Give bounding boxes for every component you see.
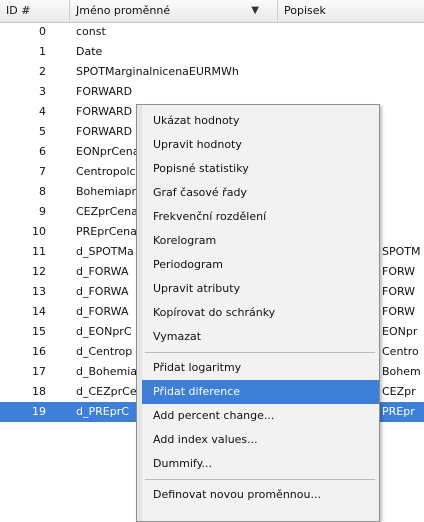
column-header-name[interactable]: Jméno proměnné ▼: [70, 0, 278, 22]
variable-label: [382, 82, 424, 102]
variable-label: [382, 22, 424, 42]
variable-name: FORWARD: [76, 85, 133, 98]
variable-label: SPOTM: [382, 245, 421, 258]
variable-id: 6: [39, 145, 46, 158]
variable-id: 9: [39, 205, 46, 218]
table-row[interactable]: 1 Date: [0, 42, 424, 62]
menu-item[interactable]: Popisné statistiky: [142, 157, 379, 181]
menu-item[interactable]: Přidat logaritmy: [142, 356, 379, 380]
variable-name: const: [76, 25, 106, 38]
menu-item[interactable]: Vymazat: [142, 325, 379, 349]
variable-id: 19: [32, 405, 46, 418]
variable-name: SPOTMarginalnicenaEURMWh: [76, 65, 239, 78]
variable-label: FORW: [382, 265, 416, 278]
menu-item[interactable]: Upravit hodnoty: [142, 133, 379, 157]
column-header-name-label: Jméno proměnné: [76, 4, 171, 17]
column-header-description[interactable]: Popisek: [278, 0, 424, 22]
variable-label: CEZpr: [382, 385, 416, 398]
variable-name: Date: [76, 45, 103, 58]
variable-label: [382, 182, 424, 202]
variable-label: [382, 162, 424, 182]
variable-id: 12: [32, 265, 46, 278]
variable-label: EONpr: [382, 325, 418, 338]
variable-id: 3: [39, 85, 46, 98]
variable-id: 0: [39, 25, 46, 38]
menu-item[interactable]: Definovat novou proměnnou...: [142, 483, 379, 507]
menu-item[interactable]: Periodogram: [142, 253, 379, 277]
menu-item[interactable]: Dummify...: [142, 452, 379, 476]
menu-separator: [145, 479, 375, 480]
variable-id: 10: [32, 225, 46, 238]
variable-id: 18: [32, 385, 46, 398]
variable-label: [382, 202, 424, 222]
menu-item[interactable]: Korelogram: [142, 229, 379, 253]
menu-item[interactable]: Upravit atributy: [142, 277, 379, 301]
variable-label: [382, 222, 424, 242]
variable-label: [382, 122, 424, 142]
table-row[interactable]: 3 FORWARD: [0, 82, 424, 102]
variable-label: [382, 142, 424, 162]
variable-id: 13: [32, 285, 46, 298]
variable-label: FORW: [382, 285, 416, 298]
variable-label: FORW: [382, 305, 416, 318]
variable-id: 5: [39, 125, 46, 138]
menu-item[interactable]: Přidat diference: [142, 380, 379, 404]
variable-label: [382, 42, 424, 62]
table-header: ID # Jméno proměnné ▼ Popisek: [0, 0, 424, 23]
menu-item[interactable]: Frekvenční rozdělení: [142, 205, 379, 229]
variable-id: 14: [32, 305, 46, 318]
variable-label: Bohem: [382, 365, 421, 378]
variable-id: 4: [39, 105, 46, 118]
table-row[interactable]: 2 SPOTMarginalnicenaEURMWh: [0, 62, 424, 82]
variable-id: 17: [32, 365, 46, 378]
variable-id: 2: [39, 65, 46, 78]
variable-label: [382, 62, 424, 82]
menu-separator: [145, 352, 375, 353]
table-row[interactable]: 0 const: [0, 22, 424, 42]
menu-item[interactable]: Ukázat hodnoty: [142, 109, 379, 133]
chevron-down-icon[interactable]: ▼: [251, 0, 259, 22]
menu-item[interactable]: Kopírovat do schránky: [142, 301, 379, 325]
variable-id: 7: [39, 165, 46, 178]
variable-label: [382, 102, 424, 122]
variable-id: 1: [39, 45, 46, 58]
column-header-id[interactable]: ID #: [0, 0, 70, 22]
variable-id: 8: [39, 185, 46, 198]
variable-id: 16: [32, 345, 46, 358]
menu-item[interactable]: Add percent change...: [142, 404, 379, 428]
variable-id: 15: [32, 325, 46, 338]
menu-item[interactable]: Add index values...: [142, 428, 379, 452]
menu-item[interactable]: Graf časové řady: [142, 181, 379, 205]
context-menu: Ukázat hodnoty Upravit hodnoty Popisné sta…: [136, 104, 380, 522]
variable-id: 11: [32, 245, 46, 258]
variable-label: Centro: [382, 345, 419, 358]
variable-label: PREpr: [382, 405, 415, 418]
